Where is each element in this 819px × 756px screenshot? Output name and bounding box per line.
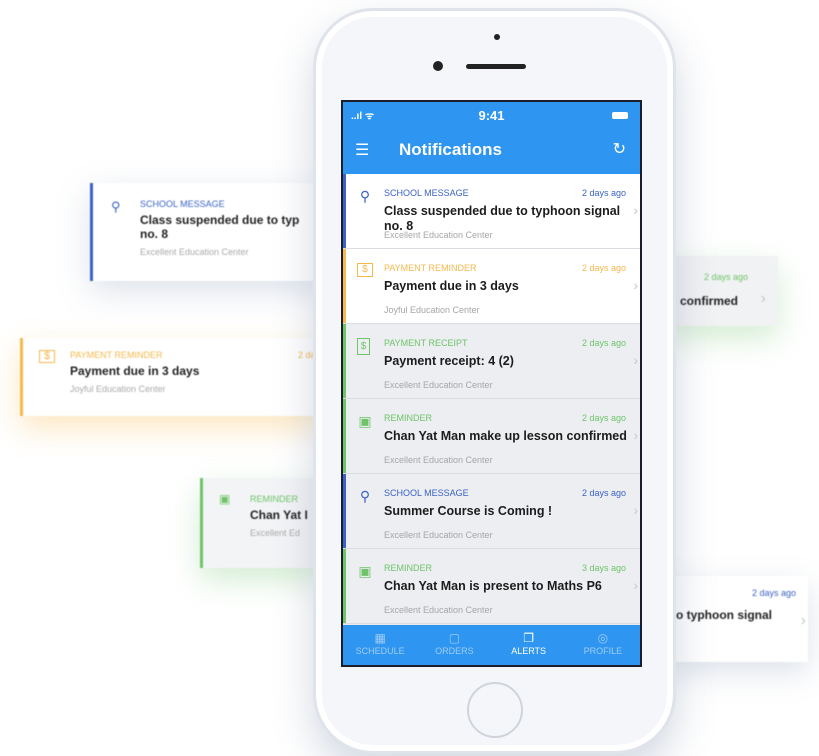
notification-time: 3 days ago	[581, 563, 626, 573]
floating-card-type: SCHOOL MESSAGE	[140, 199, 225, 209]
notification-type: PAYMENT REMINDER	[384, 263, 477, 273]
school-icon: ⚲	[111, 199, 121, 214]
notification-org: Excellent Education Center	[384, 455, 493, 465]
tab-alerts[interactable]: ❐ ALERTS	[492, 625, 566, 665]
chevron-right-icon: ›	[633, 277, 638, 293]
menu-icon[interactable]: ☰	[355, 140, 369, 160]
floating-card-org: Excellent Ed	[250, 528, 301, 538]
tab-label: PROFILE	[583, 646, 623, 656]
phone-frame: ..ıl ᯤ 9:41 ☰ Notifications ↻ ⚲ SCHOOL M…	[313, 8, 676, 754]
tab-schedule[interactable]: ▦ SCHEDULE	[343, 625, 417, 665]
notification-item[interactable]: ▣ REMINDER 3 days ago Chan Yat Man is pr…	[343, 549, 640, 624]
schedule-icon: ▦	[374, 631, 386, 645]
notification-title: Payment receipt: 4 (2)	[384, 354, 514, 368]
floating-card-ago: 2 days ago	[703, 272, 748, 282]
floating-card-typhoon: 2 days ago o typhoon signal ›	[668, 576, 808, 662]
status-bar: ..ıl ᯤ 9:41	[343, 102, 640, 128]
notification-org: Excellent Education Center	[384, 230, 493, 240]
notification-time: 2 days ago	[581, 188, 626, 198]
app-screen: ..ıl ᯤ 9:41 ☰ Notifications ↻ ⚲ SCHOOL M…	[341, 100, 642, 667]
notification-type: SCHOOL MESSAGE	[384, 488, 469, 498]
floating-card-confirmed: 2 days ago confirmed ›	[668, 256, 778, 326]
page-title: Notifications	[399, 140, 502, 159]
notification-title: Payment due in 3 days	[384, 279, 519, 293]
notification-title: Chan Yat Man make up lesson confirmed	[384, 429, 627, 443]
refresh-icon[interactable]: ↻	[613, 139, 626, 159]
tab-orders[interactable]: ▢ ORDERS	[417, 625, 491, 665]
floating-card-school-message: ⚲ SCHOOL MESSAGE Class suspended due to …	[90, 183, 323, 281]
tab-label: ORDERS	[435, 646, 474, 656]
receipt-icon: $	[357, 338, 370, 355]
notification-item[interactable]: $ PAYMENT REMINDER 2 days ago Payment du…	[343, 249, 640, 324]
notification-type: SCHOOL MESSAGE	[384, 188, 469, 198]
floating-card-title: Chan Yat I	[250, 508, 308, 522]
tab-label: SCHEDULE	[355, 646, 405, 656]
floating-card-reminder: ▣ REMINDER Chan Yat I Excellent Ed	[200, 478, 323, 568]
front-camera	[433, 61, 443, 71]
floating-card-title: confirmed	[680, 294, 739, 308]
notification-time: 2 days ago	[581, 263, 626, 273]
home-button[interactable]	[467, 682, 523, 738]
floating-card-type: PAYMENT REMINDER	[70, 350, 163, 360]
floating-card-title: Class suspended due to typ no. 8	[140, 213, 300, 241]
floating-card-ago: 2 days ago	[751, 588, 796, 598]
chevron-right-icon: ›	[633, 202, 638, 218]
school-icon: ⚲	[359, 188, 371, 204]
notification-type: PAYMENT RECEIPT	[384, 338, 468, 348]
chevron-right-icon: ›	[633, 577, 638, 593]
chevron-right-icon: ›	[760, 290, 766, 307]
chevron-right-icon: ›	[800, 612, 806, 629]
notification-type: REMINDER	[384, 563, 433, 573]
profile-icon: ◎	[597, 631, 609, 645]
notification-type: REMINDER	[384, 413, 433, 423]
notification-org: Excellent Education Center	[384, 380, 493, 390]
tab-profile[interactable]: ◎ PROFILE	[566, 625, 640, 665]
dollar-icon: $	[39, 350, 55, 363]
notification-item[interactable]: ▣ REMINDER 2 days ago Chan Yat Man make …	[343, 399, 640, 474]
tab-label: ALERTS	[511, 646, 547, 656]
proximity-sensor	[494, 34, 500, 40]
school-icon: ⚲	[359, 488, 371, 504]
notification-item[interactable]: ⚲ SCHOOL MESSAGE 2 days ago Class suspen…	[343, 174, 640, 249]
floating-card-title: Payment due in 3 days	[70, 364, 200, 378]
orders-icon: ▢	[448, 631, 461, 645]
chevron-right-icon: ›	[633, 352, 638, 368]
floating-card-type: REMINDER	[250, 494, 299, 504]
notification-item[interactable]: $ PAYMENT RECEIPT 2 days ago Payment rec…	[343, 324, 640, 399]
floating-card-payment-reminder: $ PAYMENT REMINDER 2 day Payment due in …	[20, 338, 323, 416]
earpiece-speaker	[466, 64, 526, 69]
notification-org: Excellent Education Center	[384, 605, 493, 615]
battery-icon	[612, 112, 628, 119]
notification-time: 2 days ago	[581, 338, 626, 348]
calendar-icon: ▣	[358, 413, 372, 429]
floating-card-title: o typhoon signal	[676, 608, 772, 622]
notification-item[interactable]: ⚲ SCHOOL MESSAGE 2 days ago Summer Cours…	[343, 474, 640, 549]
alerts-icon: ❐	[523, 631, 534, 645]
chevron-right-icon: ›	[633, 502, 638, 518]
status-time: 9:41	[478, 108, 505, 123]
header-bar: ☰ Notifications ↻	[343, 128, 640, 174]
chevron-right-icon: ›	[633, 427, 638, 443]
notification-time: 2 days ago	[581, 488, 626, 498]
tab-bar: ▦ SCHEDULE ▢ ORDERS ❐ ALERTS ◎ PROFILE	[343, 625, 640, 665]
dollar-icon: $	[357, 263, 373, 277]
notification-title: Chan Yat Man is present to Maths P6	[384, 579, 602, 593]
calendar-icon: ▣	[219, 492, 231, 506]
notification-time: 2 days ago	[581, 413, 626, 423]
notification-list: ⚲ SCHOOL MESSAGE 2 days ago Class suspen…	[343, 174, 640, 624]
calendar-icon: ▣	[358, 563, 372, 579]
floating-card-org: Excellent Education Center	[140, 247, 249, 257]
notification-org: Joyful Education Center	[384, 305, 480, 315]
floating-card-org: Joyful Education Center	[70, 384, 166, 394]
notification-org: Excellent Education Center	[384, 530, 493, 540]
notification-title: Summer Course is Coming !	[384, 504, 553, 518]
